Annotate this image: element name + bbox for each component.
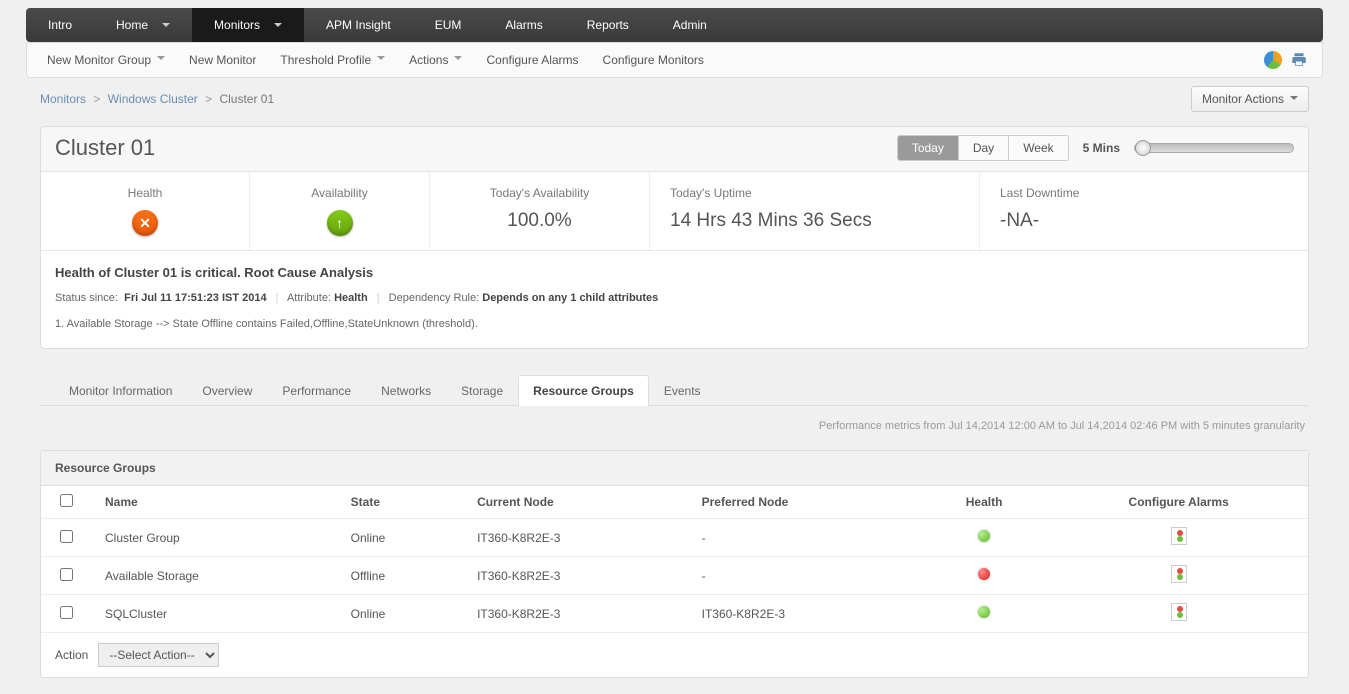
tab-performance[interactable]: Performance [267, 375, 366, 406]
topnav-eum[interactable]: EUM [413, 8, 484, 42]
tab-resource-groups[interactable]: Resource Groups [518, 375, 649, 406]
table-row: SQLClusterOnlineIT360-K8R2E-3IT360-K8R2E… [41, 595, 1308, 633]
cell-name: Available Storage [91, 557, 337, 595]
cell-state: Online [337, 519, 463, 557]
cell-name: Cluster Group [91, 519, 337, 557]
time-seg-today[interactable]: Today [898, 136, 958, 160]
topnav-admin[interactable]: Admin [651, 8, 729, 42]
configure-alarm-icon[interactable] [1171, 603, 1187, 621]
breadcrumb-current: Cluster 01 [219, 92, 274, 106]
cell-preferred-node: - [688, 557, 919, 595]
col-current-node: Current Node [463, 486, 688, 519]
resource-groups-title: Resource Groups [41, 451, 1308, 486]
col-state: State [337, 486, 463, 519]
tab-storage[interactable]: Storage [446, 375, 518, 406]
topnav-reports[interactable]: Reports [565, 8, 651, 42]
availability-up-icon: ↑ [327, 210, 353, 236]
tab-overview[interactable]: Overview [187, 375, 267, 406]
topnav-monitors[interactable]: Monitors [192, 8, 304, 42]
row-checkbox[interactable] [60, 606, 73, 619]
topnav-apm-insight[interactable]: APM Insight [304, 8, 413, 42]
breadcrumb-windows-cluster[interactable]: Windows Cluster [108, 92, 198, 106]
col-preferred-node: Preferred Node [688, 486, 919, 519]
cell-current-node: IT360-K8R2E-3 [463, 595, 688, 633]
action-select[interactable]: --Select Action-- [98, 643, 219, 667]
rca-meta: Status since: Fri Jul 11 17:51:23 IST 20… [55, 292, 1294, 304]
cell-state: Online [337, 595, 463, 633]
breadcrumb: Monitors > Windows Cluster > Cluster 01 [40, 92, 274, 106]
topnav: IntroHomeMonitorsAPM InsightEUMAlarmsRep… [26, 8, 1323, 42]
last-downtime-label: Last Downtime [1000, 186, 1288, 200]
configure-alarm-icon[interactable] [1171, 565, 1187, 583]
subnav-configure-alarms[interactable]: Configure Alarms [474, 53, 590, 67]
cell-current-node: IT360-K8R2E-3 [463, 557, 688, 595]
tab-monitor-information[interactable]: Monitor Information [54, 375, 187, 406]
table-row: Cluster GroupOnlineIT360-K8R2E-3- [41, 519, 1308, 557]
select-all-checkbox[interactable] [60, 494, 73, 507]
row-checkbox[interactable] [60, 530, 73, 543]
col-configure-alarms: Configure Alarms [1049, 486, 1308, 519]
subnav-configure-monitors[interactable]: Configure Monitors [591, 53, 716, 67]
time-seg-day[interactable]: Day [958, 136, 1008, 160]
tab-networks[interactable]: Networks [366, 375, 446, 406]
topnav-alarms[interactable]: Alarms [483, 8, 564, 42]
pie-chart-icon[interactable] [1264, 51, 1282, 69]
configure-alarm-icon[interactable] [1171, 527, 1187, 545]
todays-availability-label: Today's Availability [450, 186, 629, 200]
time-seg-week[interactable]: Week [1008, 136, 1067, 160]
todays-availability-value: 100.0% [450, 210, 629, 232]
print-icon[interactable] [1290, 51, 1308, 69]
row-checkbox[interactable] [60, 568, 73, 581]
rca-title: Health of Cluster 01 is critical. Root C… [55, 265, 1294, 280]
page-title: Cluster 01 [55, 135, 155, 161]
tabs: Monitor InformationOverviewPerformanceNe… [40, 375, 1309, 406]
subnav-new-monitor-group[interactable]: New Monitor Group [35, 53, 177, 67]
cell-state: Offline [337, 557, 463, 595]
uptime-label: Today's Uptime [670, 186, 959, 200]
uptime-value: 14 Hrs 43 Mins 36 Secs [670, 210, 959, 232]
subnav: New Monitor GroupNew MonitorThreshold Pr… [26, 42, 1323, 78]
col-health: Health [919, 486, 1049, 519]
refresh-interval-label: 5 Mins [1083, 141, 1120, 155]
subnav-new-monitor[interactable]: New Monitor [177, 53, 268, 67]
health-label: Health [61, 186, 229, 200]
tab-events[interactable]: Events [649, 375, 716, 406]
time-range-group: TodayDayWeek [897, 135, 1069, 161]
health-dot-icon [978, 568, 990, 580]
performance-note: Performance metrics from Jul 14,2014 12:… [40, 420, 1309, 432]
cell-preferred-node: - [688, 519, 919, 557]
monitor-actions-button[interactable]: Monitor Actions [1191, 86, 1309, 112]
health-critical-icon: ✕ [132, 210, 158, 236]
health-dot-icon [978, 606, 990, 618]
cell-preferred-node: IT360-K8R2E-3 [688, 595, 919, 633]
cell-name: SQLCluster [91, 595, 337, 633]
subnav-actions[interactable]: Actions [397, 53, 474, 67]
summary-card: Cluster 01 TodayDayWeek 5 Mins Health ✕ … [40, 126, 1309, 349]
breadcrumb-monitors[interactable]: Monitors [40, 92, 86, 106]
action-label: Action [55, 648, 88, 662]
refresh-slider[interactable] [1134, 143, 1294, 153]
rca-item: 1. Available Storage --> State Offline c… [55, 318, 1294, 330]
subnav-threshold-profile[interactable]: Threshold Profile [268, 53, 397, 67]
cell-current-node: IT360-K8R2E-3 [463, 519, 688, 557]
last-downtime-value: -NA- [1000, 210, 1288, 232]
topnav-intro[interactable]: Intro [26, 8, 94, 42]
health-dot-icon [978, 530, 990, 542]
topnav-home[interactable]: Home [94, 8, 192, 42]
col-name: Name [91, 486, 337, 519]
availability-label: Availability [270, 186, 409, 200]
table-row: Available StorageOfflineIT360-K8R2E-3- [41, 557, 1308, 595]
